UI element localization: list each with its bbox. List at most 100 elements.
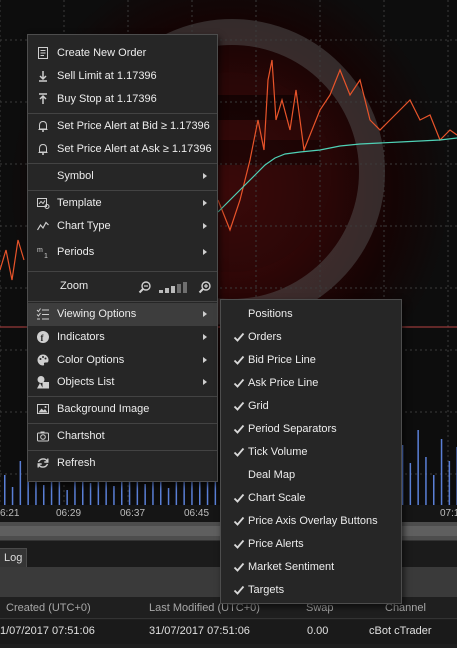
- viewing-option-bid-price-line[interactable]: Bid Price Line: [221, 349, 401, 372]
- volume-bar: [144, 484, 146, 505]
- submenu-arrow-icon: [203, 379, 207, 385]
- submenu-arrow-icon: [203, 249, 207, 255]
- menu-separator: [28, 301, 217, 302]
- refresh-icon: [37, 458, 49, 468]
- viewing-option-label: Tick Volume: [248, 446, 308, 458]
- viewing-option-positions[interactable]: Positions: [221, 303, 401, 326]
- bell-icon: [38, 120, 48, 132]
- zoom-in-icon[interactable]: [198, 280, 212, 294]
- volume-bar: [448, 461, 451, 505]
- submenu-arrow-icon: [203, 311, 207, 317]
- menu-item-background-image[interactable]: Background Image: [28, 398, 217, 421]
- menu-item-label: Zoom: [60, 280, 89, 292]
- viewing-option-label: Ask Price Line: [248, 377, 319, 389]
- volume-bar: [425, 457, 427, 505]
- menu-item-chartshot[interactable]: Chartshot: [28, 425, 217, 448]
- volume-bar: [66, 490, 68, 505]
- volume-bar: [11, 487, 14, 505]
- cell-channel: cBot cTrader: [369, 625, 432, 637]
- viewing-option-market-sentiment[interactable]: Market Sentiment: [221, 556, 401, 579]
- viewing-option-ask-price-line[interactable]: Ask Price Line: [221, 372, 401, 395]
- menu-item-label: Sell Limit at 1.17396: [57, 70, 157, 82]
- menu-item-alert-bid[interactable]: Set Price Alert at Bid ≥ 1.17396: [28, 115, 217, 138]
- viewing-option-deal-map[interactable]: Deal Map: [221, 464, 401, 487]
- volume-bar: [440, 439, 443, 505]
- checkmark-icon: [233, 447, 245, 457]
- menu-item-template[interactable]: Template: [28, 192, 217, 215]
- checkmark-icon: [233, 355, 245, 365]
- menu-item-create-order[interactable]: Create New Order: [28, 42, 217, 65]
- column-created[interactable]: Created (UTC+0): [6, 602, 91, 614]
- menu-item-label: Template: [57, 197, 102, 209]
- viewing-option-label: Bid Price Line: [248, 354, 316, 366]
- menu-item-label: Set Price Alert at Ask ≥ 1.17396: [57, 143, 212, 155]
- checkmark-icon: [233, 562, 245, 572]
- menu-separator: [28, 271, 217, 272]
- checkmark-icon: [233, 516, 245, 526]
- volume-bar: [167, 488, 170, 505]
- menu-item-periods[interactable]: m1 Periods: [28, 241, 217, 264]
- shapes-icon: [37, 376, 49, 389]
- menu-item-label: Refresh: [57, 457, 96, 469]
- volume-bar: [191, 481, 193, 505]
- menu-item-label: Create New Order: [57, 47, 147, 59]
- volume-bar: [401, 445, 404, 505]
- viewing-option-tick-volume[interactable]: Tick Volume: [221, 441, 401, 464]
- viewing-option-label: Market Sentiment: [248, 561, 335, 573]
- menu-item-symbol[interactable]: Symbol: [28, 165, 217, 188]
- tab-log[interactable]: Log: [0, 548, 28, 568]
- menu-item-color-options[interactable]: Color Options: [28, 349, 217, 372]
- viewing-option-price-alerts[interactable]: Price Alerts: [221, 533, 401, 556]
- viewing-option-label: Period Separators: [248, 423, 337, 435]
- bell-icon: [38, 143, 48, 155]
- viewing-option-orders[interactable]: Orders: [221, 326, 401, 349]
- volume-bar: [417, 430, 419, 505]
- zoom-out-icon[interactable]: [138, 280, 152, 294]
- menu-item-chart-type[interactable]: Chart Type: [28, 215, 217, 238]
- menu-item-sell-limit[interactable]: Sell Limit at 1.17396: [28, 65, 217, 88]
- volume-bar: [89, 483, 92, 505]
- checklist-icon: [36, 308, 49, 320]
- cell-last-modified: 31/07/2017 07:51:06: [149, 625, 250, 637]
- viewing-option-chart-scale[interactable]: Chart Scale: [221, 487, 401, 510]
- viewing-option-period-separators[interactable]: Period Separators: [221, 418, 401, 441]
- menu-item-alert-ask[interactable]: Set Price Alert at Ask ≥ 1.17396: [28, 138, 217, 161]
- menu-item-refresh[interactable]: Refresh: [28, 452, 217, 475]
- svg-text:1: 1: [44, 253, 48, 259]
- viewing-option-targets[interactable]: Targets: [221, 579, 401, 602]
- checkmark-icon: [233, 493, 245, 503]
- volume-bar: [19, 461, 22, 505]
- time-label: 6:21: [0, 508, 20, 519]
- menu-item-objects-list[interactable]: Objects List: [28, 371, 217, 394]
- viewing-option-label: Positions: [248, 308, 293, 320]
- viewing-option-grid[interactable]: Grid: [221, 395, 401, 418]
- viewing-option-label: Deal Map: [248, 469, 296, 481]
- template-icon: [37, 198, 50, 209]
- menu-item-indicators[interactable]: f Indicators: [28, 326, 217, 349]
- menu-item-label: Set Price Alert at Bid ≥ 1.17396: [57, 120, 210, 132]
- viewing-option-price-axis-overlay-buttons[interactable]: Price Axis Overlay Buttons: [221, 510, 401, 533]
- submenu-arrow-icon: [203, 200, 207, 206]
- menu-separator: [28, 113, 217, 114]
- volume-bar: [27, 480, 29, 505]
- menu-item-label: Chart Type: [57, 220, 111, 232]
- checkmark-icon: [233, 585, 245, 595]
- menu-item-zoom: Zoom: [28, 275, 217, 298]
- menu-item-label: Objects List: [57, 376, 115, 388]
- volume-bar: [433, 475, 435, 505]
- menu-item-viewing-options[interactable]: Viewing Options: [28, 303, 217, 326]
- checkmark-icon: [233, 378, 245, 388]
- menu-separator: [28, 423, 217, 424]
- menu-item-label: Color Options: [57, 354, 125, 366]
- menu-item-buy-stop[interactable]: Buy Stop at 1.17396: [28, 88, 217, 111]
- menu-item-label: Chartshot: [57, 430, 105, 442]
- volume-bar: [128, 479, 131, 505]
- volume-bar: [113, 486, 115, 505]
- menu-separator: [28, 450, 217, 451]
- viewing-option-label: Chart Scale: [248, 492, 306, 504]
- table-row[interactable]: 1/07/2017 07:51:06 31/07/2017 07:51:06 0…: [0, 620, 457, 644]
- menu-item-label: Symbol: [57, 170, 94, 182]
- submenu-arrow-icon: [203, 223, 207, 229]
- zoom-level-indicator[interactable]: [158, 280, 190, 294]
- bid-series-left: [0, 239, 25, 281]
